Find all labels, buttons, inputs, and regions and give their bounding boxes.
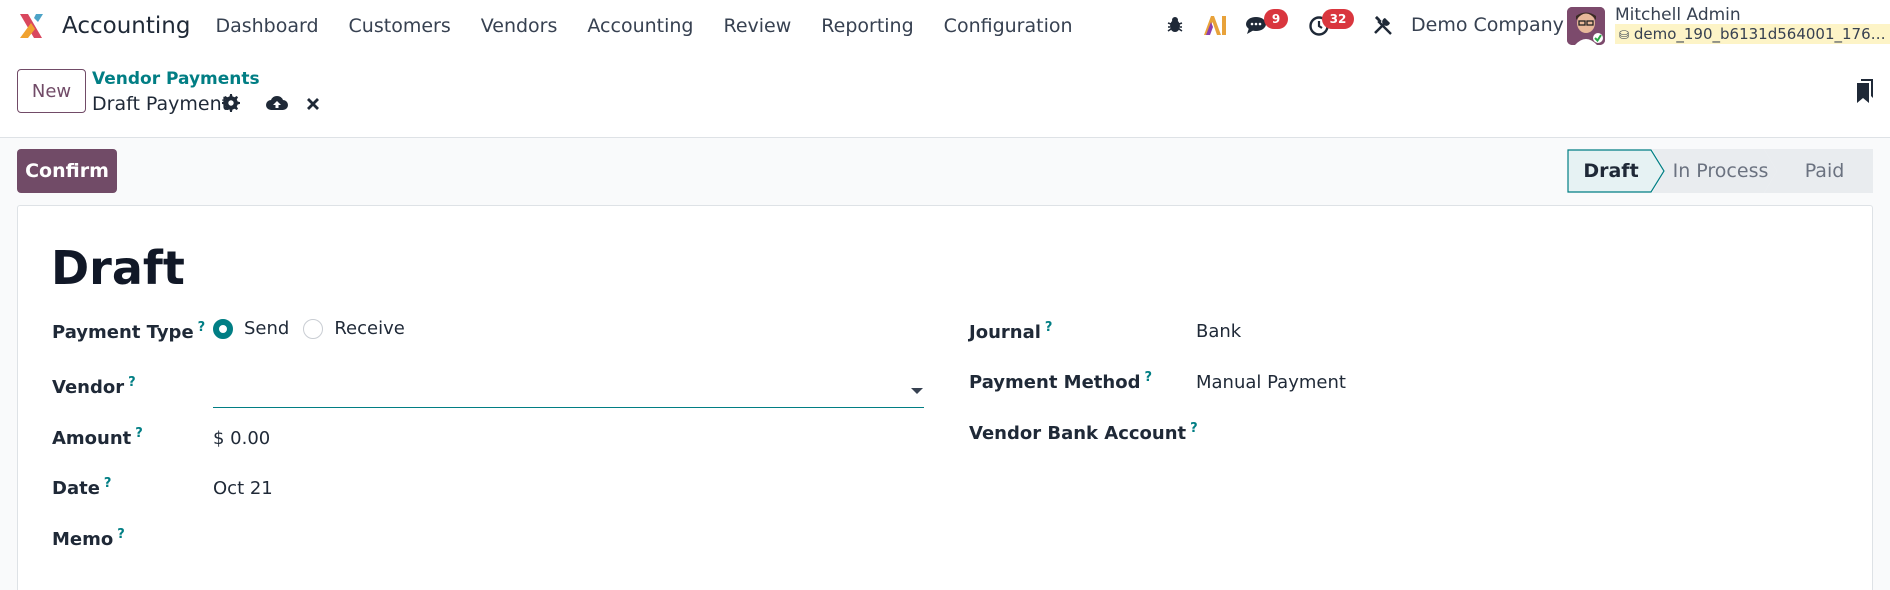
vendor-label-text: Vendor: [52, 377, 125, 398]
date-label: Date?: [52, 476, 111, 499]
payment-method-field[interactable]: Manual Payment: [1196, 372, 1346, 393]
date-label-text: Date: [52, 478, 100, 499]
help-icon[interactable]: ?: [1045, 320, 1053, 335]
stage-paid-label: Paid: [1804, 160, 1845, 182]
payment-type-label: Payment Type?: [52, 320, 205, 343]
stage-in-process[interactable]: In Process: [1652, 149, 1777, 193]
payment-type-radio: Send Receive: [213, 318, 419, 339]
record-name: Draft Payment: [92, 93, 230, 115]
messages-badge: 9: [1264, 9, 1288, 29]
breadcrumb[interactable]: Vendor Payments: [92, 69, 260, 89]
ai-icon[interactable]: [1202, 13, 1228, 37]
vendor-bank-account-field[interactable]: [1196, 423, 1696, 447]
date-field[interactable]: Oct 21: [213, 478, 273, 499]
database-label: demo_190_b6131d564001_1761...: [1633, 25, 1890, 43]
stage-draft-label: Draft: [1583, 160, 1639, 182]
memo-field[interactable]: [213, 529, 924, 553]
menu-configuration[interactable]: Configuration: [929, 15, 1088, 37]
cloud-upload-icon[interactable]: [266, 95, 288, 116]
bug-icon[interactable]: [1164, 14, 1186, 36]
menu-review[interactable]: Review: [709, 15, 807, 37]
journal-label-text: Journal: [969, 322, 1041, 343]
main-menu: Dashboard Customers Vendors Accounting R…: [200, 15, 1087, 37]
memo-label-text: Memo: [52, 529, 114, 550]
stage-paid[interactable]: Paid: [1764, 149, 1873, 193]
journal-field[interactable]: Bank: [1196, 321, 1241, 342]
radio-receive-circle[interactable]: [303, 318, 324, 339]
help-icon[interactable]: ?: [104, 476, 112, 491]
gear-icon[interactable]: [222, 94, 240, 117]
stage-draft[interactable]: Draft: [1567, 149, 1665, 193]
app-name[interactable]: Accounting: [62, 13, 190, 39]
amount-label: Amount?: [52, 426, 143, 449]
payment-method-label-text: Payment Method: [969, 372, 1141, 393]
menu-dashboard[interactable]: Dashboard: [200, 15, 333, 37]
vendor-bank-account-label: Vendor Bank Account?: [969, 421, 1198, 444]
vendor-bank-account-label-text: Vendor Bank Account: [969, 423, 1187, 444]
database-icon: ⛁: [1619, 28, 1630, 42]
amount-field[interactable]: $ 0.00: [213, 428, 270, 449]
radio-send-label: Send: [244, 318, 290, 339]
payment-method-label: Payment Method?: [969, 370, 1152, 393]
avatar[interactable]: [1567, 7, 1605, 45]
page-title: Draft: [51, 241, 185, 295]
activities-badge: 32: [1322, 9, 1354, 29]
vendor-label: Vendor?: [52, 375, 136, 398]
close-icon[interactable]: [306, 97, 320, 116]
radio-receive-label: Receive: [334, 318, 405, 339]
payment-type-label-text: Payment Type: [52, 322, 194, 343]
memo-label: Memo?: [52, 527, 125, 550]
control-panel: New Vendor Payments Draft Payment: [0, 52, 1890, 138]
menu-vendors[interactable]: Vendors: [466, 15, 573, 37]
help-icon[interactable]: ?: [1144, 370, 1152, 385]
menu-customers[interactable]: Customers: [334, 15, 466, 37]
chevron-down-icon[interactable]: [911, 388, 923, 394]
confirm-button[interactable]: Confirm: [17, 149, 117, 193]
help-icon[interactable]: ?: [198, 320, 206, 335]
menu-reporting[interactable]: Reporting: [806, 15, 928, 37]
app-logo-icon[interactable]: [16, 11, 46, 41]
help-icon[interactable]: ?: [117, 527, 125, 542]
amount-label-text: Amount: [52, 428, 132, 449]
help-icon[interactable]: ?: [128, 375, 136, 390]
radio-send[interactable]: Send: [213, 318, 289, 339]
help-icon[interactable]: ?: [135, 426, 143, 441]
tools-icon[interactable]: [1372, 14, 1394, 36]
company-switcher[interactable]: Demo Company: [1411, 14, 1564, 36]
form-sheet: Draft Payment Type? Send Receive Vendor?…: [17, 205, 1873, 590]
user-name[interactable]: Mitchell Admin: [1615, 5, 1741, 25]
database-name: ⛁ demo_190_b6131d564001_1761...: [1615, 24, 1890, 44]
journal-label: Journal?: [969, 320, 1052, 343]
radio-send-circle[interactable]: [213, 318, 233, 339]
bookmark-icon[interactable]: [1855, 78, 1875, 109]
vendor-field[interactable]: [213, 372, 924, 408]
menu-accounting[interactable]: Accounting: [572, 15, 708, 37]
top-navbar: Accounting Dashboard Customers Vendors A…: [0, 0, 1890, 52]
new-button[interactable]: New: [17, 69, 86, 113]
brand: Accounting: [16, 11, 190, 41]
radio-receive[interactable]: Receive: [303, 318, 405, 339]
status-stages: Draft In Process Paid: [1567, 149, 1873, 193]
